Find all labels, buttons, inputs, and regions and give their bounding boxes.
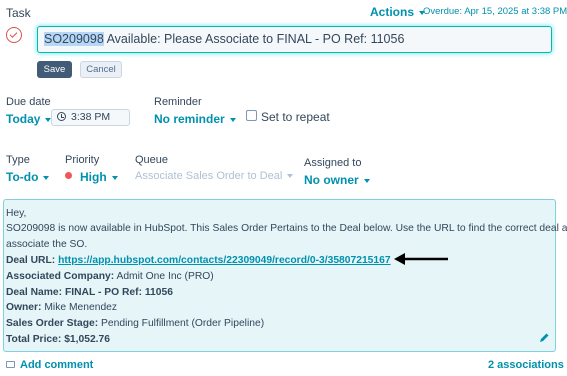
task-subject-input[interactable]: SO209098 Available: Please Associate to … [37, 26, 552, 53]
repeat-checkbox[interactable] [246, 110, 257, 121]
mark-complete-icon[interactable] [6, 27, 22, 43]
deal-name-label: Deal Name: [6, 287, 63, 298]
priority-dropdown[interactable]: High [80, 170, 118, 184]
price-value: $1,052.76 [64, 334, 110, 345]
subject-text: Available: Please Associate to FINAL - P… [103, 32, 405, 46]
deal-url-label: Deal URL: [6, 255, 56, 266]
due-time-input[interactable]: 3:38 PM [51, 109, 130, 126]
subject-selected-text: SO209098 [44, 32, 104, 46]
deal-name-value: FINAL - PO Ref: 11056 [64, 287, 173, 298]
priority-label: Priority [65, 154, 100, 166]
add-comment-label: Add comment [20, 359, 94, 371]
queue-label: Queue [135, 154, 169, 166]
price-label: Total Price: [6, 334, 62, 345]
due-date-label: Due date [6, 96, 51, 108]
chevron-down-icon [287, 174, 294, 179]
notes-deal-name-row: Deal Name: FINAL - PO Ref: 11056 [6, 287, 173, 298]
company-label: Associated Company: [6, 271, 115, 282]
stage-value: Pending Fulfillment (Order Pipeline) [101, 318, 265, 329]
priority-value: High [80, 170, 107, 184]
type-dropdown[interactable]: To-do [6, 170, 50, 184]
type-label: Type [6, 154, 30, 166]
arrow-left-icon [394, 253, 448, 265]
chevron-down-icon [363, 178, 370, 183]
type-value: To-do [6, 170, 39, 184]
add-comment-link[interactable]: Add comment [6, 359, 93, 371]
repeat-label[interactable]: Set to repeat [261, 110, 330, 124]
stage-label: Sales Order Stage: [6, 318, 99, 329]
chevron-down-icon [229, 117, 236, 122]
notes-body-line: associate the SO. [6, 239, 88, 250]
chevron-down-icon [43, 175, 50, 180]
owner-label: Owner: [6, 302, 42, 313]
chevron-down-icon [111, 175, 118, 180]
notes-deal-url-row: Deal URL: https://app.hubspot.com/contac… [6, 255, 391, 266]
due-date-value: Today [6, 112, 41, 126]
clock-icon [57, 112, 66, 121]
comment-icon [6, 361, 15, 368]
notes-stage-row: Sales Order Stage: Pending Fulfillment (… [6, 318, 264, 329]
notes-company-row: Associated Company: Admit One Inc (PRO) [6, 271, 214, 282]
associations-dropdown[interactable]: 2 associations [488, 359, 567, 371]
save-button[interactable]: Save [37, 61, 72, 78]
notes-owner-row: Owner: Mike Menendez [6, 302, 117, 313]
deal-url-link[interactable]: https://app.hubspot.com/contacts/2230904… [58, 255, 391, 266]
queue-placeholder: Associate Sales Order to Deal [135, 170, 283, 182]
priority-high-dot-icon [65, 172, 72, 179]
reminder-dropdown[interactable]: No reminder [154, 112, 236, 126]
due-time-value: 3:38 PM [71, 111, 111, 123]
reminder-value: No reminder [154, 112, 225, 126]
actions-label: Actions [370, 5, 415, 19]
overdue-status: Overdue: Apr 15, 2025 at 3:38 PM EDT [423, 6, 567, 17]
cancel-button[interactable]: Cancel [80, 61, 122, 78]
queue-dropdown[interactable]: Associate Sales Order to Deal [135, 170, 294, 182]
notes-price-row: Total Price: $1,052.76 [6, 334, 110, 345]
notes-greeting: Hey, [6, 208, 27, 219]
notes-body-line: SO209098 is now available in HubSpot. Th… [6, 223, 567, 234]
reminder-label: Reminder [154, 96, 202, 108]
assigned-to-value: No owner [304, 173, 359, 187]
actions-dropdown[interactable]: Actions [370, 5, 426, 19]
assigned-to-label: Assigned to [304, 157, 362, 169]
panel-title: Task [6, 6, 31, 20]
associations-label: 2 associations [488, 359, 564, 371]
due-date-dropdown[interactable]: Today [6, 112, 52, 126]
assigned-to-dropdown[interactable]: No owner [304, 173, 370, 187]
owner-value: Mike Menendez [44, 302, 118, 313]
company-value: Admit One Inc (PRO) [116, 271, 214, 282]
pencil-icon[interactable] [539, 332, 550, 343]
